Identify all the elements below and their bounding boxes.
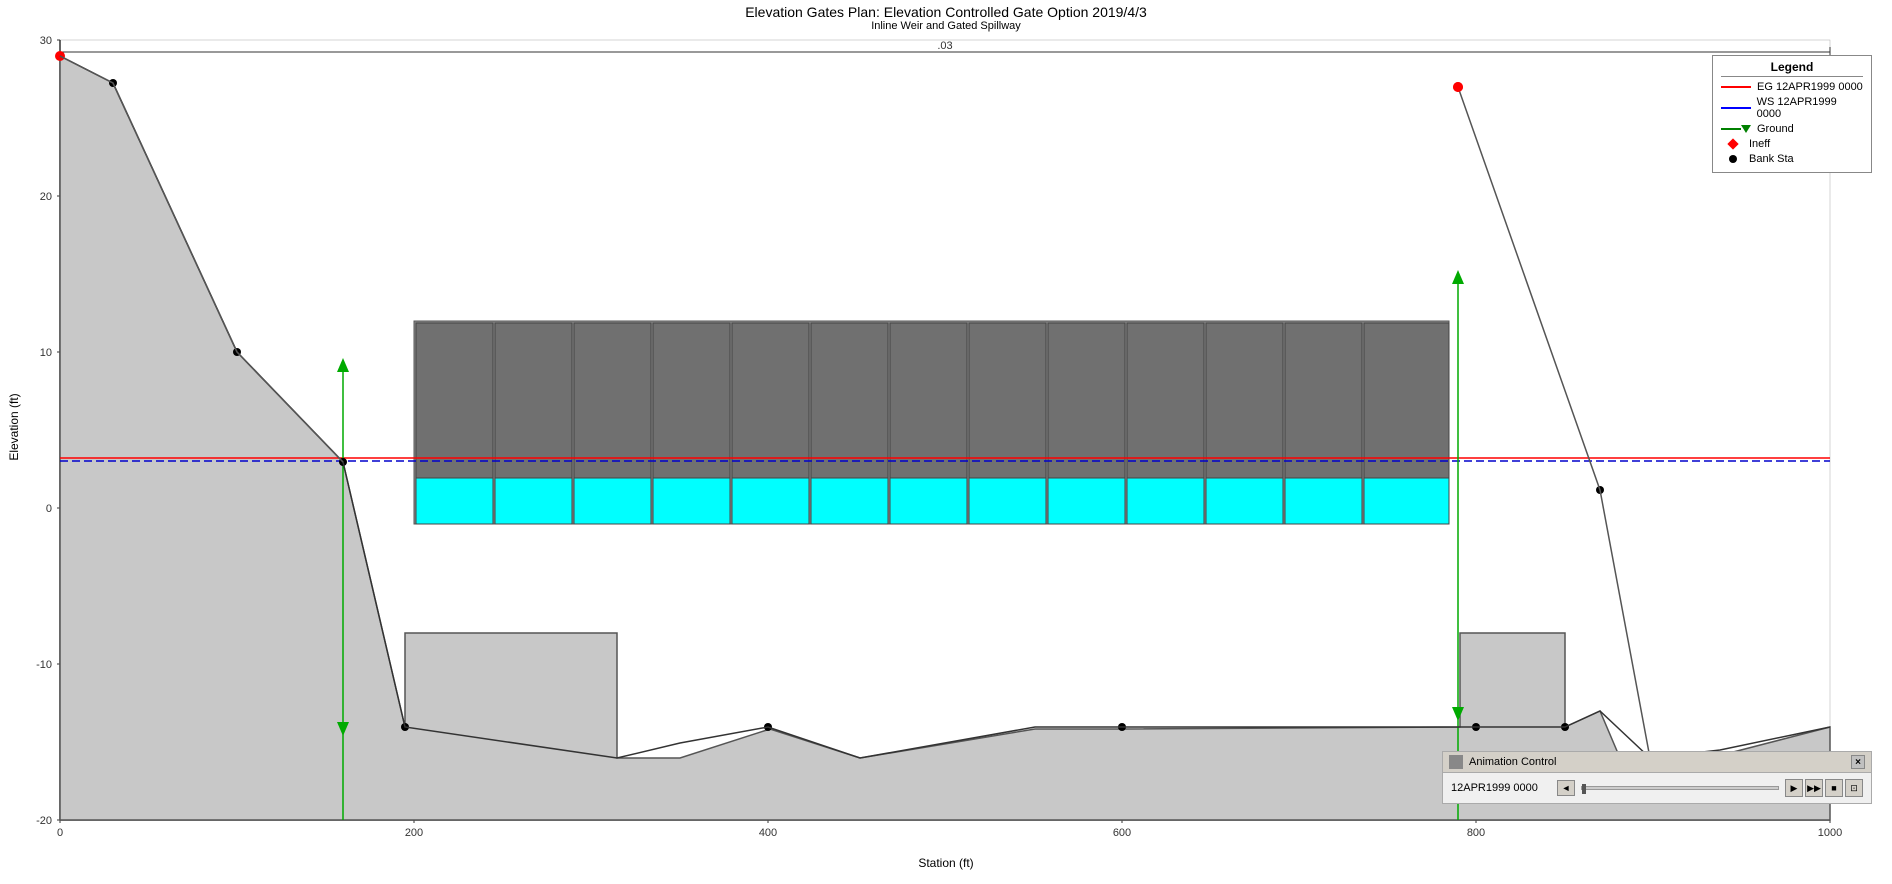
svg-text:400: 400 [759,827,777,839]
ineff-diamond-icon [1727,138,1738,149]
svg-text:0: 0 [46,503,52,515]
svg-text:200: 200 [405,827,423,839]
ws-label: WS 12APR1999 0000 [1757,96,1863,120]
ground-triangle-icon [1741,125,1751,133]
animation-title-row: Animation Control [1449,755,1556,769]
animation-time-label: 12APR1999 0000 [1451,782,1551,794]
right-red-dot [1453,82,1463,92]
legend-row-ground: Ground [1721,123,1863,135]
ground-label: Ground [1757,123,1794,135]
svg-text:800: 800 [1467,827,1485,839]
animation-control-title: Animation Control [1469,756,1556,768]
svg-text:-10: -10 [36,659,52,671]
stop-button[interactable]: ■ [1825,779,1843,797]
gate-panels [416,323,1449,524]
eg-line-icon [1721,86,1751,88]
animation-control-body: 12APR1999 0000 ◄ ▶ ▶▶ ■ ⊡ [1443,773,1871,803]
svg-text:30: 30 [40,35,52,47]
banksta-dot-icon [1729,155,1737,163]
legend-row-eg: EG 12APR1999 0000 [1721,81,1863,93]
animation-icon [1449,755,1463,769]
close-button[interactable]: × [1851,755,1865,769]
play-controls: ▶ ▶▶ ■ ⊡ [1785,779,1863,797]
legend-row-ws: WS 12APR1999 0000 [1721,96,1863,120]
frame-button[interactable]: ⊡ [1845,779,1863,797]
ground-line-icon [1721,128,1741,130]
animation-control: Animation Control × 12APR1999 0000 ◄ ▶ ▶… [1442,751,1872,804]
play-fast-forward-button[interactable]: ▶▶ [1805,779,1823,797]
animation-control-header: Animation Control × [1443,752,1871,773]
legend-box: Legend EG 12APR1999 0000 WS 12APR1999 00… [1712,55,1872,173]
rewind-button[interactable]: ◄ [1557,780,1575,796]
svg-text:600: 600 [1113,827,1131,839]
svg-text:0: 0 [57,827,63,839]
ws-line-icon [1721,107,1751,109]
legend-title: Legend [1721,60,1863,77]
eg-label: EG 12APR1999 0000 [1757,81,1863,93]
svg-text:.03: .03 [937,40,952,52]
svg-text:-20: -20 [36,815,52,827]
legend-row-banksta: Bank Sta [1721,153,1863,165]
legend-row-ineff: Ineff [1721,138,1863,150]
play-forward-button[interactable]: ▶ [1785,779,1803,797]
svg-text:10: 10 [40,347,52,359]
banksta-label: Bank Sta [1749,153,1794,165]
svg-text:20: 20 [40,191,52,203]
svg-text:1000: 1000 [1818,827,1842,839]
ineff-label: Ineff [1749,138,1770,150]
animation-slider[interactable] [1581,786,1779,790]
